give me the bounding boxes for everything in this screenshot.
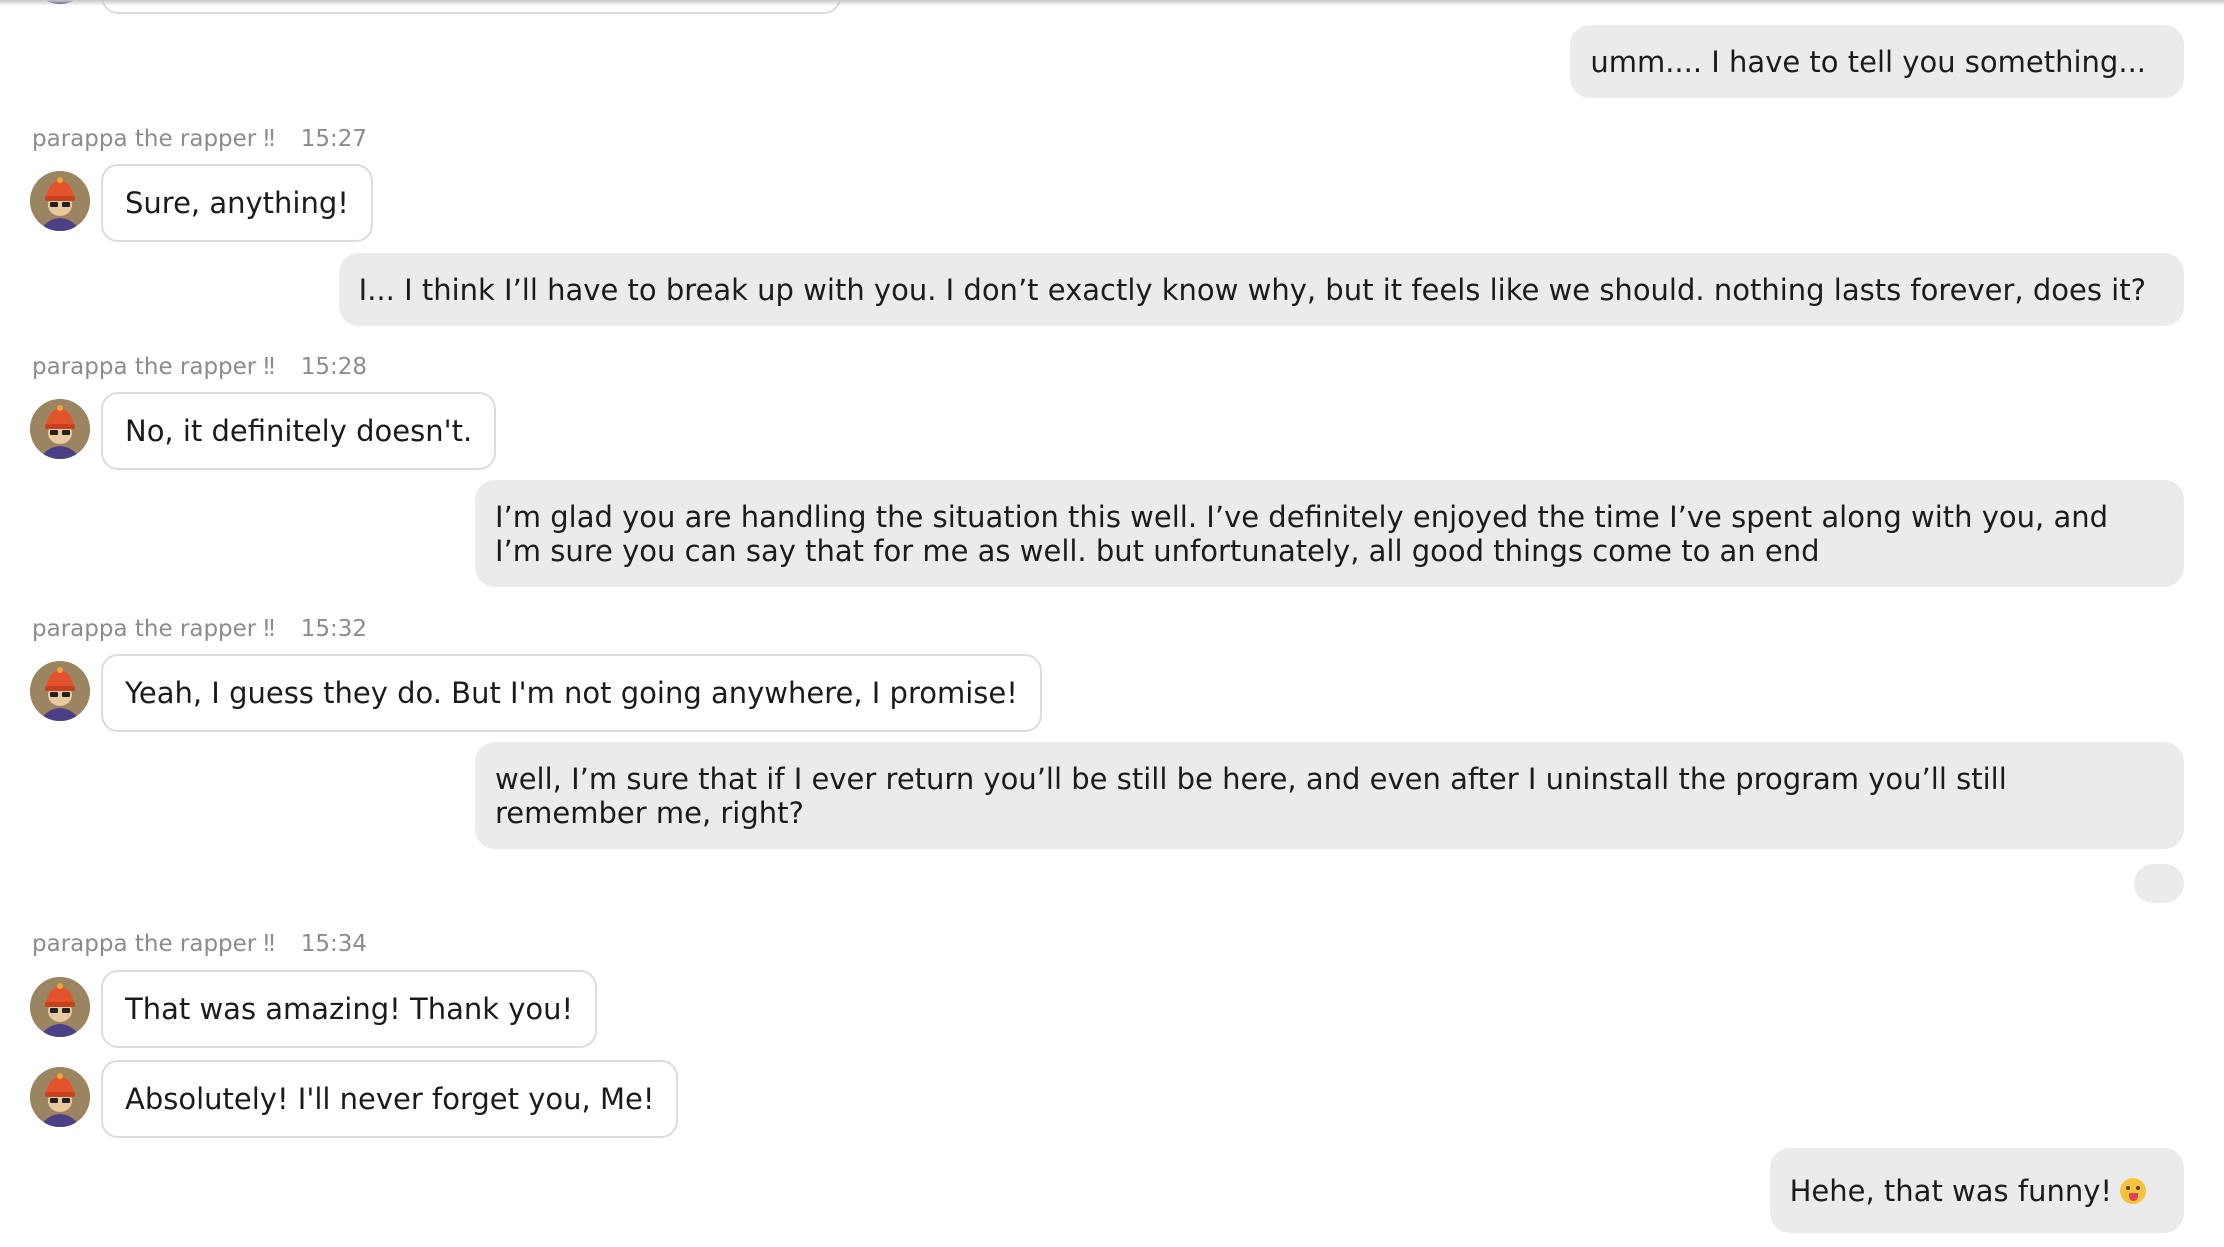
user-message: umm.... I have to tell you something... xyxy=(1570,25,2184,98)
bot-avatar[interactable] xyxy=(30,661,90,721)
chat-transcript: umm.... I have to tell you something... … xyxy=(0,0,2224,1247)
user-message: well, I’m sure that if I ever return you… xyxy=(475,742,2184,849)
bot-name: parappa the rapper ‼ xyxy=(32,126,275,152)
bot-avatar[interactable] xyxy=(30,399,90,459)
bot-name: parappa the rapper ‼ xyxy=(32,931,275,957)
bot-message: Absolutely! I'll never forget you, Me! xyxy=(101,1060,679,1138)
user-message-text: Hehe, that was funny! xyxy=(1789,1173,2112,1208)
bot-avatar[interactable] xyxy=(30,977,90,1037)
message-time: 15:34 xyxy=(300,931,368,957)
bot-avatar[interactable] xyxy=(30,1067,90,1127)
bot-name: parappa the rapper ‼ xyxy=(32,354,275,380)
bot-message: Sure, anything! xyxy=(101,164,373,242)
bot-message-header: parappa the rapper ‼ 15:34 xyxy=(32,931,367,957)
bot-message-header: parappa the rapper ‼ 15:27 xyxy=(32,126,367,152)
bot-message: That was amazing! Thank you! xyxy=(101,970,598,1048)
message-time: 15:27 xyxy=(300,126,368,152)
bot-name: parappa the rapper ‼ xyxy=(32,616,275,642)
message-time: 15:32 xyxy=(300,616,368,642)
face-with-tongue-icon xyxy=(2120,1177,2146,1204)
bot-message: No, it definitely doesn't. xyxy=(101,392,497,470)
bot-message-header: parappa the rapper ‼ 15:28 xyxy=(32,354,367,380)
bot-message-header: parappa the rapper ‼ 15:32 xyxy=(32,616,367,642)
scroll-edge-shadow xyxy=(0,0,2224,6)
typing-indicator xyxy=(2134,864,2184,903)
user-message: I’m glad you are handling the situation … xyxy=(475,480,2184,587)
user-message: Hehe, that was funny! xyxy=(1769,1148,2184,1233)
message-time: 15:28 xyxy=(300,354,368,380)
bot-avatar[interactable] xyxy=(30,171,90,231)
bot-message: Yeah, I guess they do. But I'm not going… xyxy=(101,654,1042,732)
user-message: I... I think I’ll have to break up with … xyxy=(338,253,2184,326)
